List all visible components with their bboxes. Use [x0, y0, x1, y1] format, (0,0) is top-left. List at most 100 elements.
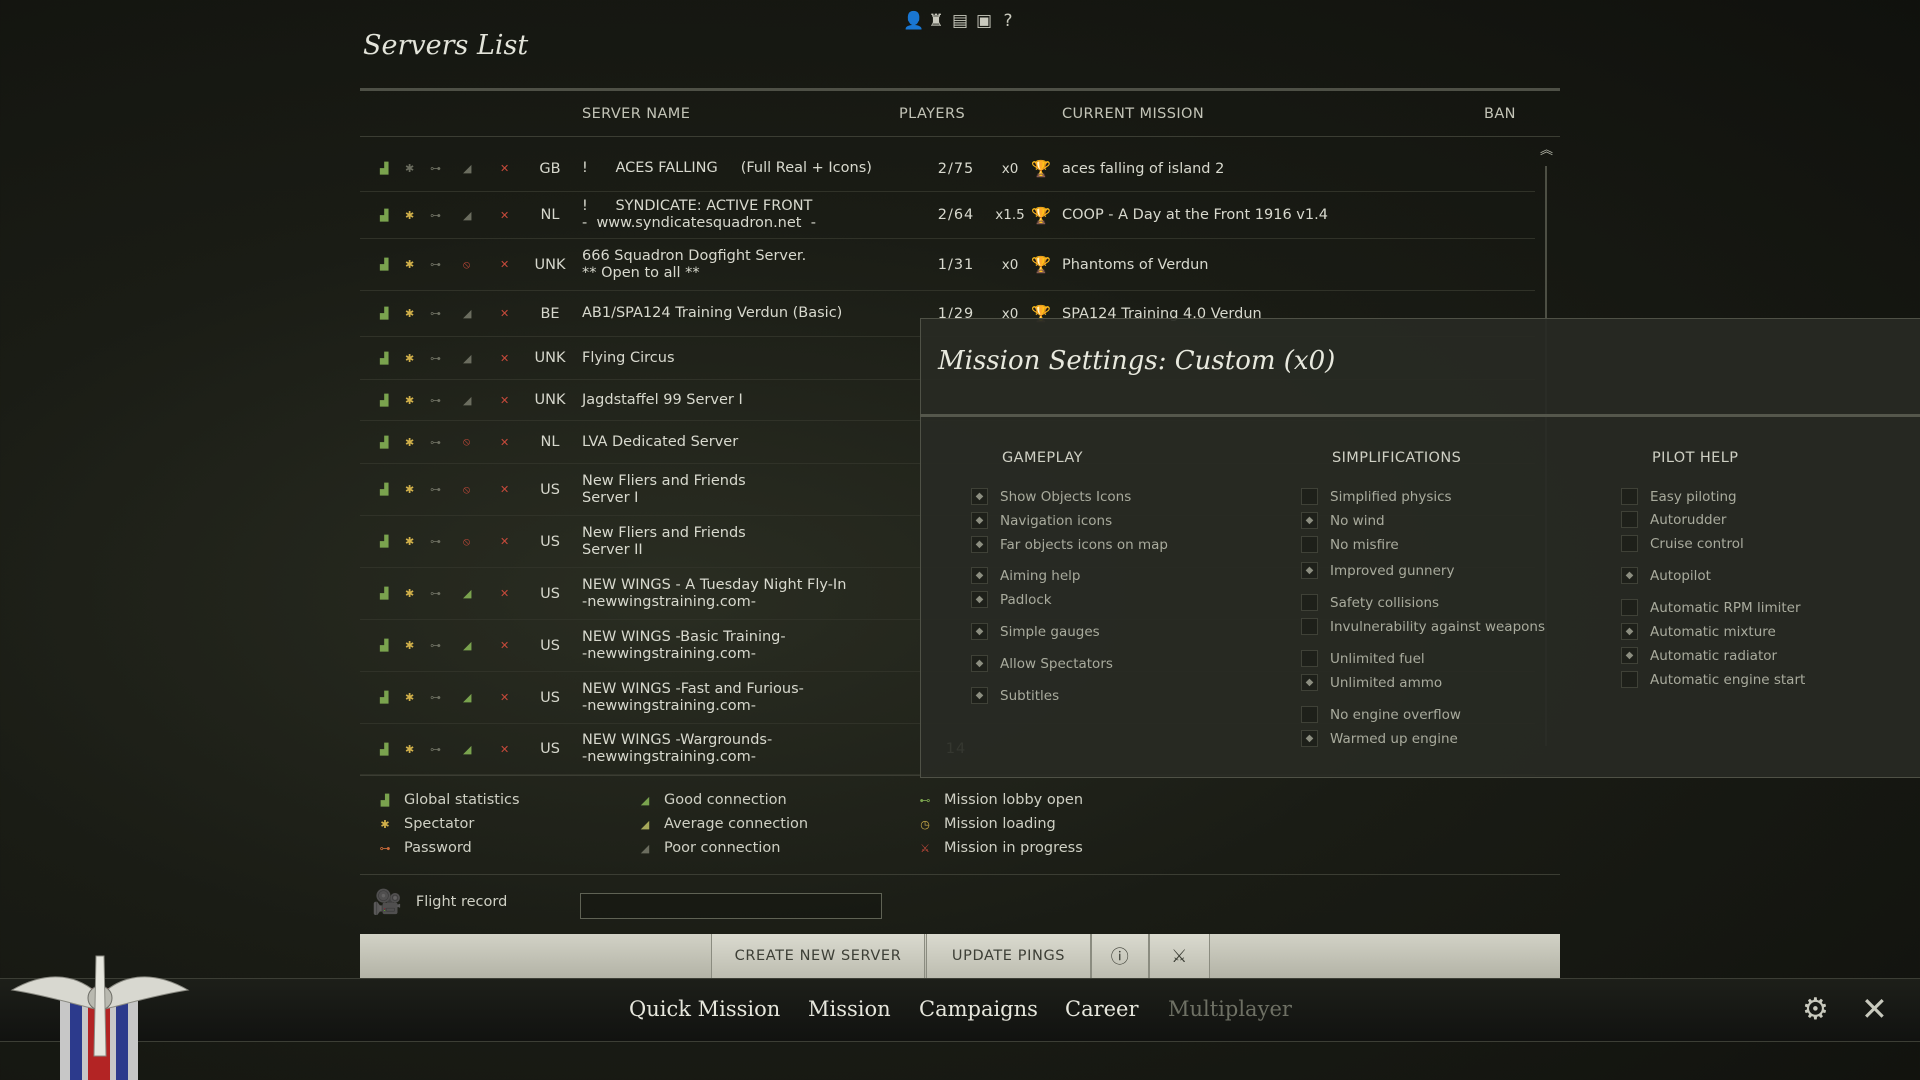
spectator-icon: ✱: [380, 817, 390, 831]
key-icon: ⊶: [430, 393, 441, 407]
server-name: Jagdstaffel 99 Server I: [582, 380, 882, 420]
server-name-line1: NEW WINGS -Wargrounds-: [582, 732, 773, 748]
server-name: NEW WINGS - A Tuesday Night Fly-In -newwi…: [582, 568, 882, 619]
server-country: US: [540, 533, 560, 550]
legend-global-statistics: ▟ Global statistics: [378, 792, 520, 808]
option-label: Show Objects Icons: [1000, 488, 1132, 505]
checkbox: [1621, 511, 1638, 528]
column-server-name[interactable]: SERVER NAME: [582, 106, 690, 122]
spectator-icon: ✱: [405, 307, 415, 320]
help-button[interactable]: ⓘ: [1091, 934, 1149, 978]
checkbox: [1301, 618, 1318, 635]
checkbox: ◆: [1621, 623, 1638, 640]
server-name: AB1/SPA124 Training Verdun (Basic): [582, 291, 882, 336]
server-row[interactable]: ▟ ✱ ⊶ ◢ ✕ NL ! SYNDICATE: ACTIVE FRONT - www.sy…: [360, 192, 1535, 239]
gear-icon[interactable]: ⚙: [1802, 992, 1829, 1027]
option-label: Automatic engine start: [1650, 671, 1806, 688]
option-label: Navigation icons: [1000, 512, 1113, 529]
server-row[interactable]: ▟ ✱ ⊶ ◢ ✕ GB ! ACES FALLING (Full Real + Icons…: [360, 146, 1535, 192]
mission-settings-divider: [920, 414, 1920, 417]
column-players[interactable]: PLAYERS: [899, 106, 965, 122]
help-icon[interactable]: ?: [999, 10, 1017, 32]
film-icon[interactable]: ▣: [975, 10, 993, 32]
emblem-logo: [10, 955, 190, 1080]
server-current-mission: COOP - A Day at the Front 1916 v1.4: [1062, 207, 1328, 223]
spectator-icon: ✱: [405, 742, 415, 756]
checkbox: [1621, 535, 1638, 552]
person-icon[interactable]: 👤: [903, 10, 924, 32]
server-name: Flying Circus: [582, 337, 882, 379]
server-name-line1: Jagdstaffel 99 Server I: [582, 391, 743, 408]
server-name-line2: - www.syndicatesquadron.net -: [582, 215, 816, 231]
server-country: NL: [540, 434, 560, 450]
nav-campaigns[interactable]: Campaigns: [919, 997, 1038, 1021]
stats-icon: ▟: [380, 483, 389, 496]
gameplay-heading: GAMEPLAY: [1002, 450, 1083, 466]
server-name: New Fliers and Friends Server II: [582, 516, 882, 567]
create-new-server-button[interactable]: CREATE NEW SERVER: [711, 934, 925, 978]
option-gameplay: ◆ Navigation icons: [971, 512, 1112, 529]
key-icon: ⊶: [430, 208, 441, 222]
help-circle-icon: ⓘ: [1110, 947, 1130, 968]
stats-icon: ▟: [380, 351, 389, 365]
server-name-line1: ! ACES FALLING (Full Real + Icons): [582, 160, 872, 176]
server-row[interactable]: ▟ ✱ ⊶ ⦸ ✕ UNK 666 Squadron Dogfight Server. ** …: [360, 239, 1535, 291]
crossed-swords-icon: ✕: [500, 351, 510, 365]
nav-career[interactable]: Career: [1065, 997, 1139, 1021]
option-label: Improved gunnery: [1330, 562, 1455, 579]
server-name: NEW WINGS -Wargrounds- -newwingstraining.…: [582, 724, 882, 774]
crossed-swords-icon: ⚔: [1171, 945, 1188, 967]
option-gameplay: ◆ Allow Spectators: [971, 655, 1113, 672]
server-name-line1: NEW WINGS - A Tuesday Night Fly-In: [582, 576, 847, 593]
server-multiplier: x0: [1001, 256, 1019, 273]
update-pings-button[interactable]: UPDATE PINGS: [926, 934, 1091, 978]
column-ban[interactable]: BAN: [1484, 106, 1516, 122]
option-label: No misfire: [1330, 536, 1399, 553]
server-name-line1: New Fliers and Friends: [582, 472, 746, 489]
nav-quick-mission[interactable]: Quick Mission: [629, 997, 780, 1021]
signal-icon: ◢: [463, 393, 472, 407]
server-country: US: [540, 689, 560, 706]
server-players: 2/75: [937, 160, 975, 177]
option-label: No wind: [1330, 512, 1385, 529]
checkbox: [1301, 650, 1318, 667]
trophy-icon[interactable]: ♜: [927, 10, 945, 32]
column-current-mission[interactable]: CURRENT MISSION: [1062, 106, 1204, 122]
checkbox: ◆: [1301, 730, 1318, 747]
nav-multiplayer[interactable]: Multiplayer: [1168, 997, 1292, 1021]
key-icon: ⊶: [430, 351, 441, 365]
key-icon: ⊶: [430, 307, 441, 320]
option-pilot_help: Automatic engine start: [1621, 671, 1805, 688]
crossed-swords-icon: ✕: [500, 307, 510, 320]
checkbox: ◆: [1621, 647, 1638, 664]
stats-icon: ▟: [380, 393, 389, 407]
option-label: Simplified physics: [1330, 488, 1452, 505]
book-icon[interactable]: ▤: [951, 10, 969, 32]
option-label: Warmed up engine: [1330, 730, 1458, 747]
page-title: Servers List: [363, 30, 529, 61]
crossed-swords-icon: ✕: [500, 587, 510, 600]
checkbox: ◆: [1621, 567, 1638, 584]
trophy-icon: 🏆: [1031, 255, 1051, 274]
disconnect-button[interactable]: ⚔: [1149, 934, 1210, 978]
flight-record-input[interactable]: [580, 893, 882, 919]
stats-icon: ▟: [380, 691, 389, 704]
server-name: 666 Squadron Dogfight Server. ** Open to …: [582, 239, 882, 290]
server-name-line1: NEW WINGS -Basic Training-: [582, 628, 786, 645]
scroll-up-icon[interactable]: ︽: [1540, 144, 1553, 157]
stats-icon: ▟: [380, 258, 389, 271]
column-divider: [360, 136, 1560, 137]
legend-mission-in-progress: ⚔ Mission in progress: [918, 840, 1083, 856]
signal-icon: ◢: [463, 742, 472, 756]
spectator-icon: ✱: [405, 691, 415, 704]
lobby-icon: ⊷: [919, 793, 931, 807]
close-icon[interactable]: ✕: [1861, 990, 1888, 1028]
nav-mission[interactable]: Mission: [808, 997, 891, 1021]
option-gameplay: ◆ Padlock: [971, 591, 1052, 608]
checkbox: ◆: [1301, 674, 1318, 691]
option-simplifications: Invulnerability against weapons: [1301, 618, 1545, 635]
option-simplifications: Safety collisions: [1301, 594, 1439, 611]
option-simplifications: ◆ Warmed up engine: [1301, 730, 1458, 747]
server-country: US: [540, 481, 560, 498]
signal-icon: ◢: [463, 307, 472, 320]
